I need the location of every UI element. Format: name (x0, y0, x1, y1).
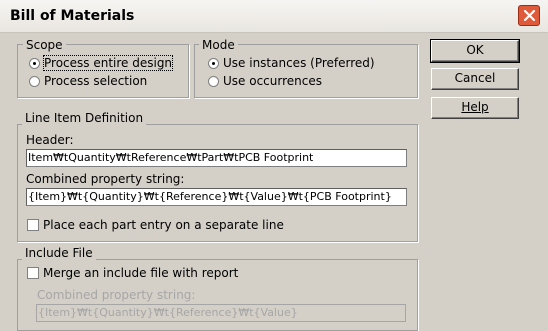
radio-process-selection[interactable]: Process selection (29, 73, 179, 89)
close-button[interactable] (518, 5, 540, 26)
merge-include-checkbox[interactable] (27, 267, 39, 279)
scope-group-label: Scope (23, 38, 66, 52)
combined-property-label: Combined property string: (26, 172, 185, 186)
header-label: Header: (26, 133, 74, 147)
radio-label-entire-design: Process entire design (42, 55, 174, 71)
radio-use-instances[interactable]: Use instances (Preferred) (208, 55, 408, 71)
radio-use-occurrences[interactable]: Use occurrences (208, 73, 408, 89)
bom-dialog: Bill of Materials Scope Process entire d… (0, 0, 548, 331)
scope-group (17, 44, 189, 98)
window-title: Bill of Materials (10, 8, 135, 24)
radio-label-occurrences: Use occurrences (223, 74, 322, 88)
radio-label-instances: Use instances (Preferred) (223, 56, 375, 70)
separate-line-checkbox-row[interactable]: Place each part entry on a separate line (27, 217, 327, 233)
merge-include-checkbox-row[interactable]: Merge an include file with report (27, 265, 327, 281)
help-button[interactable]: Help (431, 97, 519, 119)
radio-button[interactable] (208, 76, 219, 87)
merge-include-label: Merge an include file with report (43, 266, 239, 280)
separate-line-checkbox[interactable] (27, 219, 39, 231)
include-file-group-label: Include File (22, 246, 96, 260)
line-item-group-label: Line Item Definition (22, 111, 147, 125)
radio-button-checked[interactable] (208, 58, 219, 69)
radio-button[interactable] (29, 76, 40, 87)
include-combined-property-input: {Item}₩t{Quantity}₩t{Reference}₩t{Value} (36, 304, 406, 322)
separate-line-label: Place each part entry on a separate line (43, 218, 284, 232)
include-combined-property-label: Combined property string: (37, 288, 196, 302)
cancel-button[interactable]: Cancel (431, 68, 519, 90)
combined-property-input[interactable]: {Item}₩t{Quantity}₩t{Reference}₩t{Value}… (26, 188, 407, 206)
radio-label-selection: Process selection (44, 74, 148, 88)
ok-button[interactable]: OK (430, 39, 520, 63)
radio-button-checked[interactable] (29, 58, 40, 69)
radio-process-entire-design[interactable]: Process entire design (29, 55, 179, 71)
mode-group-label: Mode (199, 38, 238, 52)
title-bar[interactable]: Bill of Materials (0, 0, 548, 33)
mode-group (194, 44, 418, 98)
header-input[interactable]: Item₩tQuantity₩tReference₩tPart₩tPCB Foo… (26, 149, 407, 167)
close-icon (523, 9, 536, 22)
